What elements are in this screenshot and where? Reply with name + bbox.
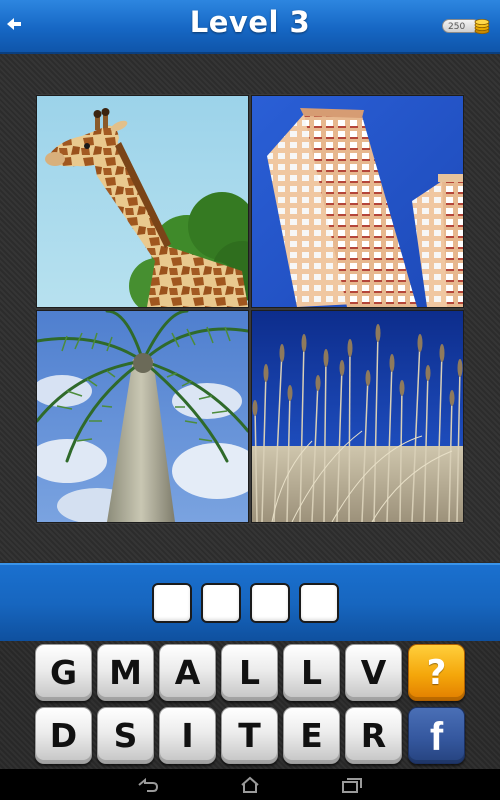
answer-bar (0, 563, 500, 643)
picture-reeds[interactable] (252, 311, 463, 522)
letter-key[interactable]: A (159, 644, 216, 701)
game-screen: Level 3 250 G M A L L V ? D S I T E R f (0, 0, 500, 800)
nav-home-button[interactable] (237, 775, 263, 795)
letter-key[interactable]: G (35, 644, 92, 701)
facebook-share-button[interactable]: f (408, 707, 465, 764)
picture-tower[interactable] (252, 96, 463, 307)
system-nav-bar (0, 769, 500, 800)
answer-slots (152, 583, 339, 623)
letter-key[interactable]: T (221, 707, 278, 764)
recent-apps-icon (342, 778, 362, 793)
picture-palm[interactable] (37, 311, 248, 522)
letter-key[interactable]: M (97, 644, 154, 701)
letter-keyboard: G M A L L V ? D S I T E R f (0, 641, 500, 769)
answer-slot-4[interactable] (299, 583, 339, 623)
coin-stack-icon (474, 19, 490, 34)
level-title: Level 3 (189, 5, 311, 39)
nav-recent-apps-button[interactable] (339, 775, 365, 795)
letter-key[interactable]: L (283, 644, 340, 701)
nav-back-button[interactable] (135, 775, 161, 795)
hint-button[interactable]: ? (408, 644, 465, 701)
letter-key[interactable]: S (97, 707, 154, 764)
back-icon (138, 777, 159, 792)
coin-counter[interactable]: 250 (442, 16, 494, 36)
picture-giraffe[interactable] (37, 96, 248, 307)
answer-slot-1[interactable] (152, 583, 192, 623)
answer-slot-3[interactable] (250, 583, 290, 623)
letter-key[interactable]: D (35, 707, 92, 764)
letter-key[interactable]: E (283, 707, 340, 764)
letter-key[interactable]: R (345, 707, 402, 764)
answer-slot-2[interactable] (201, 583, 241, 623)
letter-key[interactable]: V (345, 644, 402, 701)
header-bar: Level 3 250 (0, 0, 500, 54)
letter-key[interactable]: L (221, 644, 278, 701)
letter-key[interactable]: I (159, 707, 216, 764)
picture-grid (36, 94, 464, 524)
home-icon (241, 776, 259, 793)
